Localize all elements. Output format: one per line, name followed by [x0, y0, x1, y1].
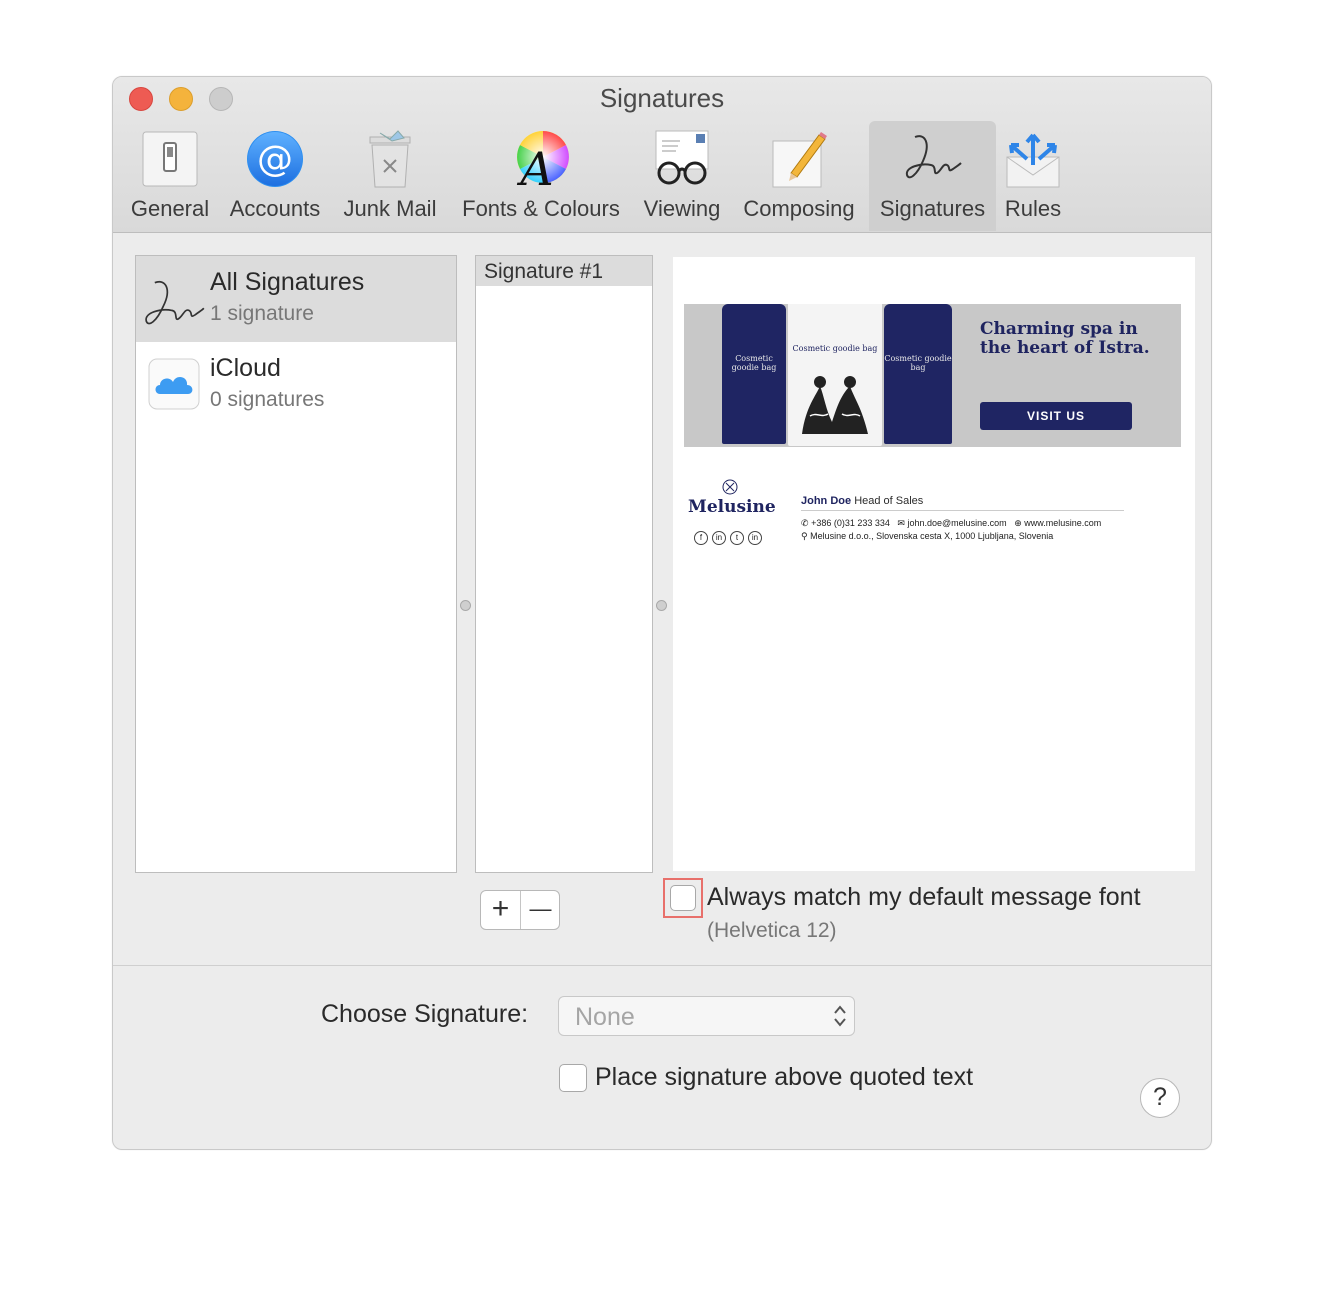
color-wheel-font-icon: A: [516, 131, 569, 189]
trash-can-icon: [369, 130, 411, 188]
toolbar-fonts-colours[interactable]: A Fonts & Colours: [453, 121, 629, 231]
product-bag-image: Cosmetic goodie bag: [788, 304, 882, 446]
toolbar-accounts[interactable]: @ Accounts: [223, 121, 327, 231]
account-row-icloud[interactable]: iCloud 0 signatures: [136, 342, 456, 428]
match-font-checkbox[interactable]: [670, 885, 696, 911]
toolbar-label: Signatures: [879, 196, 986, 221]
account-signature-count: 1 signature: [210, 302, 314, 325]
linkedin-icon[interactable]: in: [712, 531, 726, 545]
mail-icon: ✉: [897, 518, 905, 528]
signer-email[interactable]: john.doe@melusine.com: [907, 518, 1006, 528]
toolbar-label: Junk Mail: [343, 196, 437, 221]
signer-role: Head of Sales: [854, 495, 924, 507]
toolbar-viewing[interactable]: Viewing: [637, 121, 727, 231]
toolbar-junk-mail[interactable]: Junk Mail: [337, 121, 443, 231]
globe-icon: ⊕: [1014, 518, 1022, 528]
email-signature: Melusine f in t in John Doe Head of Sale…: [684, 475, 1181, 555]
remove-signature-button[interactable]: —: [521, 891, 560, 929]
window-title: Signatures: [599, 83, 725, 113]
banner-headline: Charming spa in the heart of Istra.: [980, 319, 1150, 358]
phone-icon: ✆: [801, 518, 809, 528]
toolbar-label: General: [130, 196, 210, 221]
signature-icon: [905, 135, 962, 179]
brand-logo-icon: [722, 479, 738, 495]
signature-preview[interactable]: Cosmetic goodie bag Cosmetic goodie bag …: [673, 257, 1195, 871]
signer-name: John Doe: [801, 495, 852, 507]
choose-signature-value: None: [575, 1003, 635, 1031]
section-separator: [113, 965, 1211, 966]
brand-name: Melusine: [688, 497, 776, 517]
preferences-window: Signatures General @ Accounts Junk Mail …: [112, 76, 1212, 1150]
signature-icon: [145, 280, 205, 325]
general-switch-icon: [142, 131, 198, 187]
signatures-list[interactable]: Signature #1: [475, 255, 653, 873]
visit-us-button[interactable]: VISIT US: [980, 402, 1132, 430]
bag-label: Cosmetic goodie bag: [731, 354, 777, 372]
product-bag-image: Cosmetic goodie bag: [884, 304, 952, 444]
help-button[interactable]: ?: [1140, 1078, 1180, 1118]
facebook-icon[interactable]: f: [694, 531, 708, 545]
promo-banner-image: Cosmetic goodie bag Cosmetic goodie bag …: [684, 304, 1181, 447]
signature-name-line: John Doe Head of Sales: [801, 495, 923, 507]
toolbar-composing[interactable]: Composing: [737, 121, 861, 231]
split-resize-handle[interactable]: [460, 600, 471, 611]
signer-phone: +386 (0)31 233 334: [811, 518, 890, 528]
toolbar-label: Composing: [743, 196, 855, 221]
instagram-icon[interactable]: in: [748, 531, 762, 545]
bag-label: Cosmetic goodie bag: [792, 344, 878, 353]
up-down-chevron-icon: [834, 1005, 846, 1027]
account-signature-count: 0 signatures: [210, 388, 325, 411]
choose-signature-select[interactable]: None: [558, 996, 855, 1036]
signature-address-line: ⚲ Melusine d.o.o., Slovenska cesta X, 10…: [801, 531, 1053, 542]
account-name: All Signatures: [210, 268, 365, 296]
default-font-name: (Helvetica 12): [707, 919, 837, 942]
toolbar-label: Rules: [1004, 196, 1062, 221]
rules-envelope-icon: [1006, 133, 1060, 188]
signature-divider: [801, 510, 1124, 511]
toolbar-general[interactable]: General: [127, 121, 213, 231]
place-above-quoted-label[interactable]: Place signature above quoted text: [595, 1063, 973, 1092]
at-sign-icon: @: [247, 131, 303, 187]
add-signature-button[interactable]: +: [481, 891, 520, 929]
glasses-envelope-icon: [655, 130, 709, 185]
toolbar-label: Accounts: [229, 196, 321, 221]
accounts-list[interactable]: All Signatures 1 signature iCloud 0 sign…: [135, 255, 457, 873]
add-remove-buttons: + —: [480, 890, 560, 930]
choose-signature-label: Choose Signature:: [321, 1000, 529, 1028]
place-above-quoted-checkbox[interactable]: [559, 1064, 587, 1092]
twitter-icon[interactable]: t: [730, 531, 744, 545]
signer-address: Melusine d.o.o., Slovenska cesta X, 1000…: [810, 531, 1054, 541]
svg-text:A: A: [516, 142, 553, 189]
location-pin-icon: ⚲: [801, 531, 808, 541]
signature-contact-line: ✆ +386 (0)31 233 334 ✉ john.doe@melusine…: [801, 518, 1101, 529]
split-resize-handle[interactable]: [656, 600, 667, 611]
toolbar-label: Viewing: [643, 196, 721, 221]
signer-website[interactable]: www.melusine.com: [1024, 518, 1101, 528]
signature-list-item[interactable]: Signature #1: [476, 256, 652, 286]
product-bag-image: Cosmetic goodie bag: [722, 304, 786, 444]
toolbar-rules[interactable]: Rules: [1001, 121, 1065, 231]
bag-label: Cosmetic goodie bag: [884, 354, 952, 372]
titlebar: Signatures General @ Accounts Junk Mail …: [113, 77, 1211, 233]
paper-pencil-icon: [772, 132, 827, 188]
svg-text:@: @: [257, 139, 293, 180]
toolbar-label: Fonts & Colours: [462, 196, 620, 221]
icloud-icon: [148, 358, 200, 410]
mermaid-illustration-icon: [802, 376, 868, 434]
account-row-all-signatures[interactable]: All Signatures 1 signature: [136, 256, 456, 342]
account-name: iCloud: [210, 354, 281, 382]
match-font-label[interactable]: Always match my default message font: [707, 883, 1141, 912]
toolbar-signatures[interactable]: Signatures: [869, 121, 996, 231]
